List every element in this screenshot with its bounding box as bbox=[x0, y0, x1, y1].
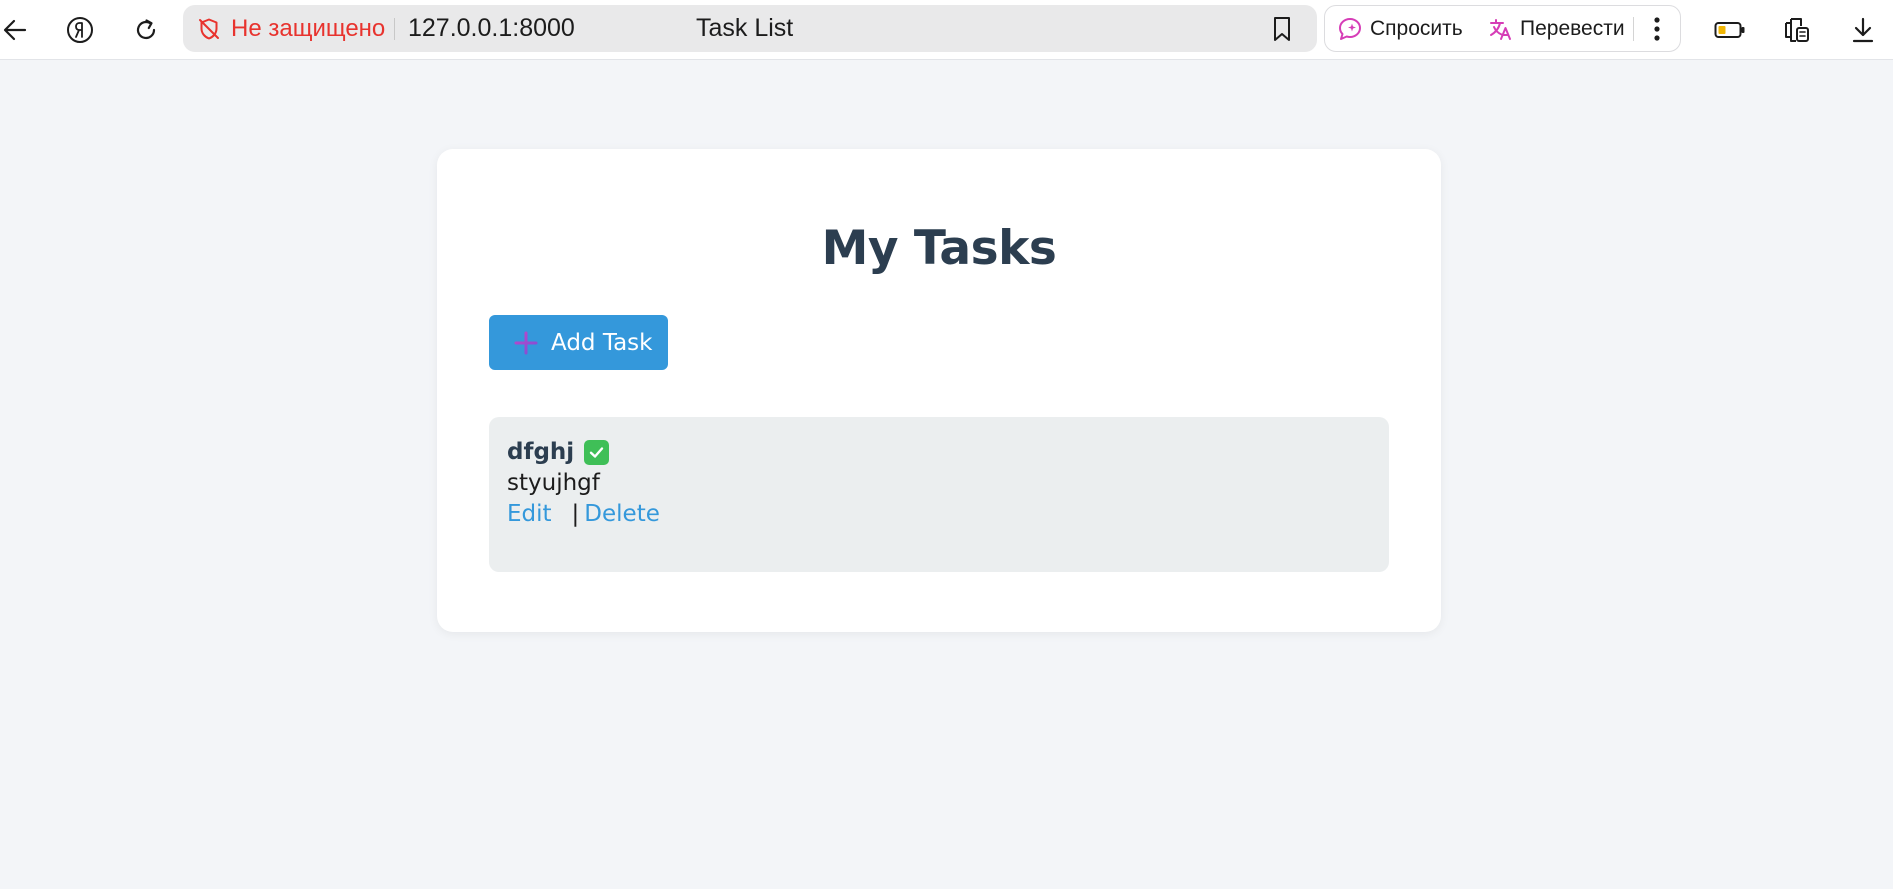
task-description: styujhgf bbox=[507, 470, 600, 496]
plus-icon bbox=[514, 331, 538, 354]
address-bar[interactable]: Не защищено 127.0.0.1:8000 Task List bbox=[183, 5, 1317, 52]
ai-tools-group: Спросить Перевести bbox=[1324, 5, 1681, 52]
translate-label: Перевести bbox=[1520, 16, 1625, 40]
task-list-card: My Tasks Add Task dfghj styujhgf Edit | De bbox=[437, 149, 1441, 632]
task-item: dfghj styujhgf Edit | Delete bbox=[489, 417, 1389, 572]
translate-button[interactable]: Перевести bbox=[1487, 6, 1625, 51]
bookmark-button[interactable] bbox=[1268, 14, 1296, 48]
task-actions: Edit | Delete bbox=[507, 501, 660, 527]
task-title: dfghj bbox=[507, 439, 575, 465]
delete-link[interactable]: Delete bbox=[584, 501, 660, 527]
ask-label: Спросить bbox=[1370, 16, 1463, 40]
reader-mode-button[interactable] bbox=[1779, 12, 1815, 48]
security-label: Не защищено bbox=[231, 14, 386, 42]
translate-icon bbox=[1490, 18, 1511, 40]
downloads-button[interactable] bbox=[1845, 12, 1881, 48]
more-button[interactable] bbox=[1643, 10, 1671, 48]
more-vertical-icon bbox=[1654, 17, 1660, 41]
ask-button[interactable]: Спросить bbox=[1337, 6, 1463, 51]
check-mark-icon bbox=[584, 439, 610, 465]
reader-mode-icon bbox=[1785, 18, 1809, 42]
add-task-button[interactable]: Add Task bbox=[489, 315, 668, 370]
yandex-logo-icon bbox=[67, 17, 93, 43]
browser-toolbar: Не защищено 127.0.0.1:8000 Task List Спр… bbox=[0, 0, 1893, 60]
bookmark-icon bbox=[1274, 17, 1290, 41]
reload-button[interactable] bbox=[128, 12, 164, 48]
shield-off-icon bbox=[199, 18, 219, 39]
add-task-label: Add Task bbox=[551, 329, 653, 356]
back-button[interactable] bbox=[0, 12, 33, 48]
task-title-row: dfghj bbox=[507, 437, 610, 467]
ask-ai-icon bbox=[1339, 17, 1361, 40]
battery-icon bbox=[1714, 22, 1745, 38]
edit-link[interactable]: Edit bbox=[507, 501, 552, 527]
download-icon bbox=[1852, 17, 1874, 43]
ai-divider bbox=[1633, 17, 1634, 41]
battery-saver-button[interactable] bbox=[1712, 12, 1748, 48]
page-title: My Tasks bbox=[821, 221, 1057, 276]
action-separator: | bbox=[571, 501, 580, 527]
page-title-in-omnibox: Task List bbox=[696, 14, 794, 42]
url-text[interactable]: 127.0.0.1:8000 bbox=[408, 5, 575, 52]
omnibox-divider bbox=[394, 18, 395, 40]
yandex-home-button[interactable] bbox=[62, 12, 98, 48]
reload-icon bbox=[136, 19, 156, 40]
security-indicator[interactable]: Не защищено bbox=[197, 5, 385, 52]
back-arrow-icon bbox=[3, 19, 27, 41]
